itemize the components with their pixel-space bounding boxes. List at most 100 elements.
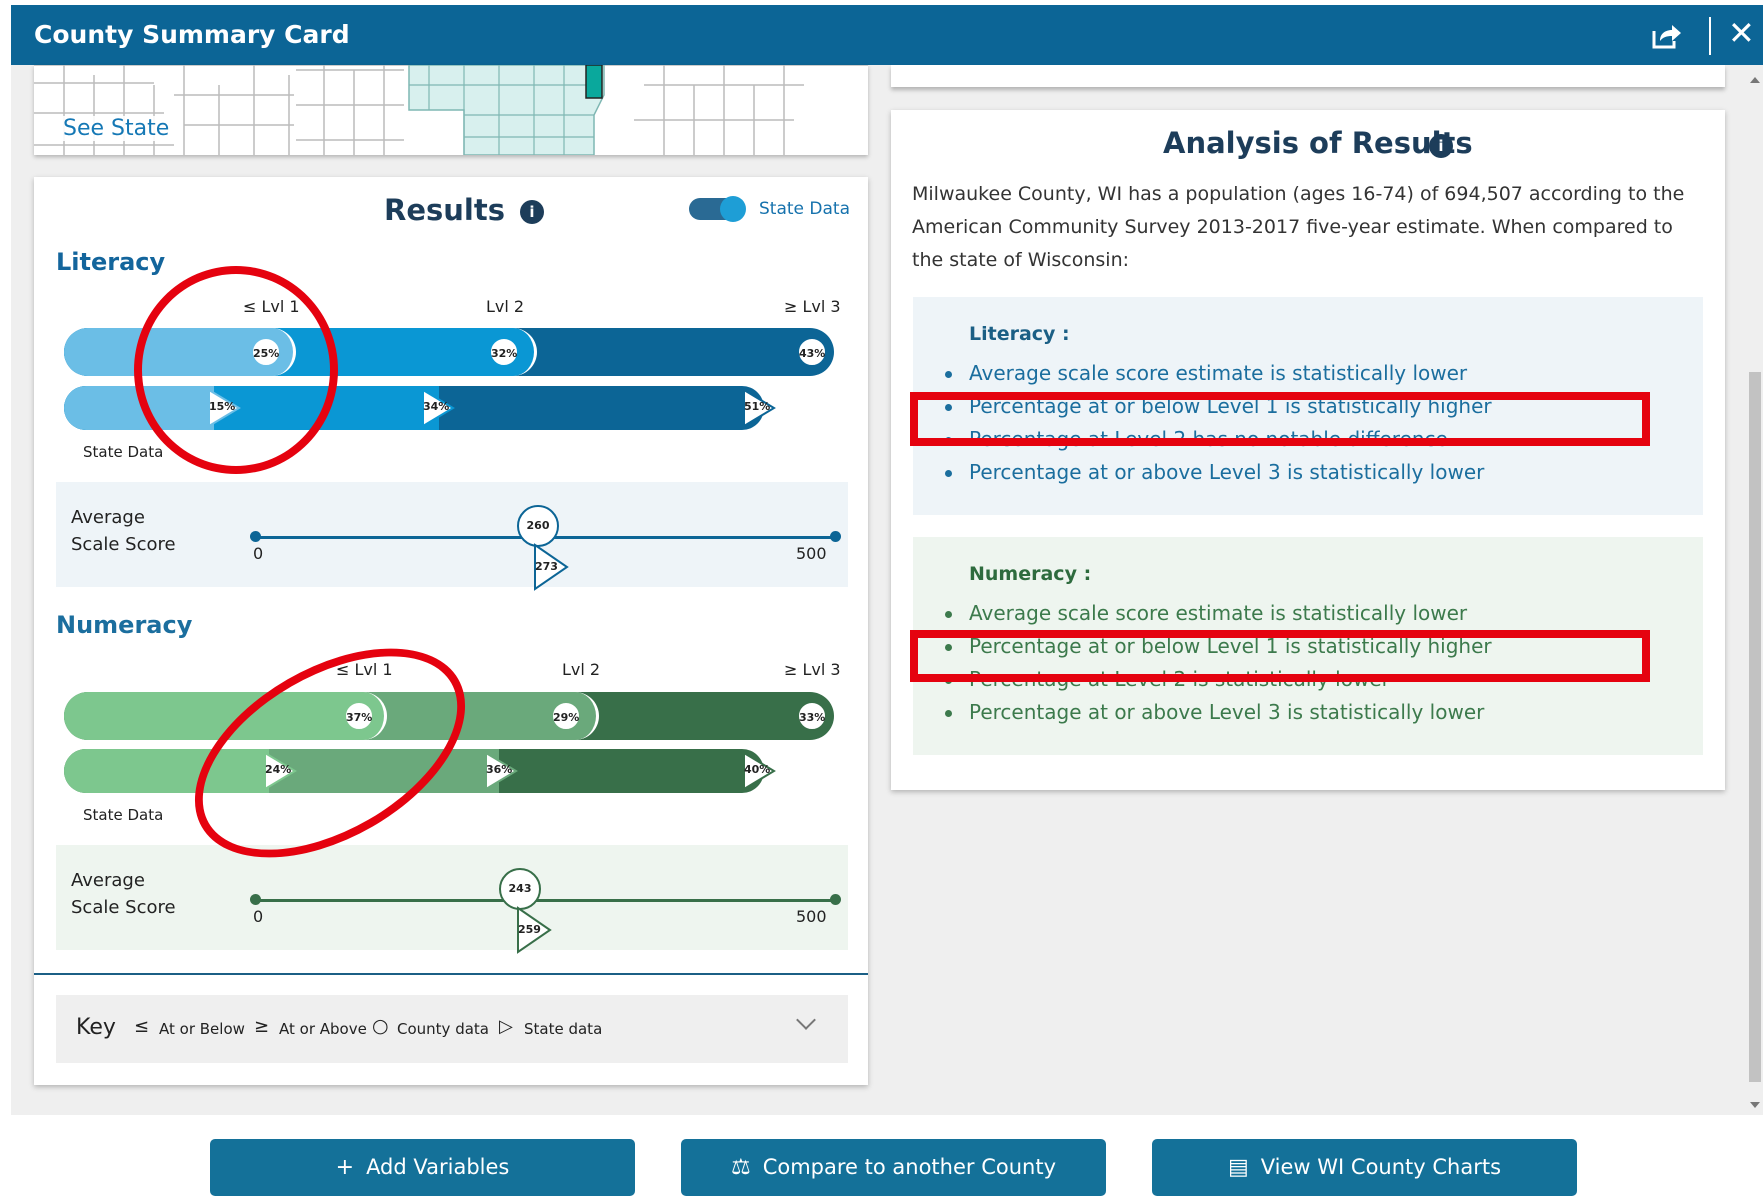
view-county-charts-button[interactable]: ▤ View WI County Charts — [1152, 1139, 1577, 1196]
scroll-down-arrow-icon[interactable] — [1750, 1102, 1760, 1108]
key-at-or-below: At or Below — [159, 1020, 245, 1038]
state-triangle-icon: ▷ — [499, 1016, 513, 1037]
numeracy-state-pct-lvl3: 40% — [744, 763, 771, 776]
numeracy-state-score-marker: 259 — [516, 906, 552, 958]
view-county-charts-label: View WI County Charts — [1260, 1155, 1502, 1179]
literacy-state-pct-lvl2: 34% — [423, 400, 450, 413]
county-map[interactable] — [34, 65, 868, 155]
chevron-down-icon[interactable] — [796, 1010, 816, 1030]
numeracy-score-min: 0 — [253, 907, 264, 926]
key-panel[interactable]: Key ≤ At or Below ≥ At or Above ○ County… — [56, 995, 848, 1063]
literacy-score-min: 0 — [253, 544, 264, 563]
score-label-line-2: Scale Score — [71, 897, 176, 918]
county-circle-icon: ○ — [372, 1015, 389, 1037]
numeracy-level-2-label: Lvl 2 — [562, 660, 601, 679]
literacy-title: Literacy — [56, 248, 166, 276]
bullet-icon — [945, 470, 952, 477]
annotation-rect-numeracy-finding — [910, 630, 1650, 682]
key-state-data: State data — [524, 1020, 603, 1038]
numeracy-score-min-dot — [250, 894, 261, 905]
results-title: Results — [384, 193, 505, 227]
previous-card-bottom — [891, 65, 1725, 87]
literacy-state-marker-lvl2: 34% — [421, 388, 455, 432]
numeracy-county-marker-lvl2: 29% — [551, 701, 581, 731]
numeracy-county-marker-lvl3: 33% — [797, 701, 827, 731]
literacy-county-marker-lvl3: 43% — [797, 337, 827, 367]
numeracy-score-max: 500 — [796, 907, 827, 926]
bullet-icon — [945, 710, 952, 717]
at-or-below-icon: ≤ — [134, 1016, 150, 1037]
finding-text: Average scale score estimate is statisti… — [969, 361, 1468, 385]
literacy-state-data-label: State Data — [83, 443, 164, 461]
numeracy-score-scale-line — [255, 899, 835, 902]
score-label-line-1: Average — [71, 870, 145, 891]
numeracy-state-marker-lvl3: 40% — [742, 751, 776, 795]
key-county-data: County data — [397, 1020, 489, 1038]
state-data-toggle[interactable] — [689, 196, 746, 222]
numeracy-score-max-dot — [830, 894, 841, 905]
numeracy-state-score: 259 — [518, 923, 541, 936]
scroll-up-arrow-icon[interactable] — [1750, 77, 1760, 83]
window-title: County Summary Card — [34, 20, 350, 49]
numeracy-county-score: 243 — [499, 868, 541, 910]
see-state-link[interactable]: See State — [61, 116, 172, 141]
annotation-rect-literacy-finding — [910, 392, 1650, 446]
analysis-card: Analysis of Results i Milwaukee County, … — [891, 110, 1725, 790]
bullet-icon — [945, 611, 952, 618]
toggle-knob — [720, 196, 746, 222]
literacy-level-3-label: ≥ Lvl 3 — [784, 297, 841, 316]
numeracy-level-3-label: ≥ Lvl 3 — [784, 660, 841, 679]
analysis-intro: Milwaukee County, WI has a population (a… — [912, 183, 1685, 271]
state-data-toggle-label: State Data — [759, 199, 850, 219]
score-label-line-1: Average — [71, 507, 145, 528]
add-variables-button[interactable]: + Add Variables — [210, 1139, 635, 1196]
literacy-score-max: 500 — [796, 544, 827, 563]
key-title: Key — [76, 1015, 116, 1040]
at-or-above-icon: ≥ — [254, 1016, 270, 1037]
analysis-info-icon[interactable]: i — [1429, 134, 1453, 158]
literacy-state-pct-lvl3: 51% — [744, 400, 771, 413]
key-at-or-above: At or Above — [279, 1020, 367, 1038]
share-icon[interactable] — [1651, 22, 1683, 50]
plus-icon: + — [335, 1155, 355, 1180]
document-icon: ▤ — [1227, 1155, 1249, 1180]
literacy-state-score-marker: 273 — [533, 543, 569, 595]
county-map-card: See State — [34, 65, 868, 155]
list-item: Percentage at or above Level 3 is statis… — [945, 456, 1492, 489]
list-item: Percentage at or above Level 3 is statis… — [945, 696, 1492, 729]
finding-text: Average scale score estimate is statisti… — [969, 601, 1468, 625]
literacy-state-score: 273 — [535, 560, 558, 573]
numeracy-state-marker-lvl2: 36% — [484, 751, 518, 795]
numeracy-findings-title: Numeracy : — [969, 563, 1092, 585]
compare-county-label: Compare to another County — [762, 1155, 1057, 1179]
close-icon[interactable]: ✕ — [1728, 13, 1755, 53]
results-info-icon[interactable]: i — [520, 200, 544, 224]
finding-text: Percentage at or above Level 3 is statis… — [969, 700, 1485, 724]
list-item: Average scale score estimate is statisti… — [945, 597, 1492, 630]
add-variables-label: Add Variables — [366, 1155, 510, 1179]
score-label-line-2: Scale Score — [71, 534, 176, 555]
numeracy-title: Numeracy — [56, 611, 193, 639]
numeracy-scale-score-box: Average Scale Score 0 500 243 259 — [56, 845, 848, 954]
numeracy-state-pct-lvl2: 36% — [486, 763, 513, 776]
finding-text: Percentage at or above Level 3 is statis… — [969, 460, 1485, 484]
scrollbar-thumb[interactable] — [1749, 372, 1761, 1082]
numeracy-scale-score-label: Average Scale Score — [71, 867, 176, 921]
numeracy-state-data-label: State Data — [83, 806, 164, 824]
window-header: County Summary Card ✕ — [11, 5, 1763, 65]
scale-icon: ⚖ — [730, 1155, 751, 1180]
literacy-score-min-dot — [250, 531, 261, 542]
literacy-state-marker-lvl3: 51% — [742, 388, 776, 432]
literacy-score-max-dot — [830, 531, 841, 542]
analysis-title: Analysis of Results — [1163, 126, 1473, 160]
literacy-findings-title: Literacy : — [969, 323, 1070, 345]
results-divider — [34, 973, 868, 975]
annotation-ellipse-literacy — [134, 266, 338, 474]
literacy-county-marker-lvl2: 32% — [489, 337, 519, 367]
list-item: Average scale score estimate is statisti… — [945, 357, 1492, 390]
compare-county-button[interactable]: ⚖ Compare to another County — [681, 1139, 1106, 1196]
bullet-icon — [945, 371, 952, 378]
literacy-county-score: 260 — [517, 505, 559, 547]
literacy-scale-score-label: Average Scale Score — [71, 504, 176, 558]
literacy-level-2-label: Lvl 2 — [486, 297, 525, 316]
